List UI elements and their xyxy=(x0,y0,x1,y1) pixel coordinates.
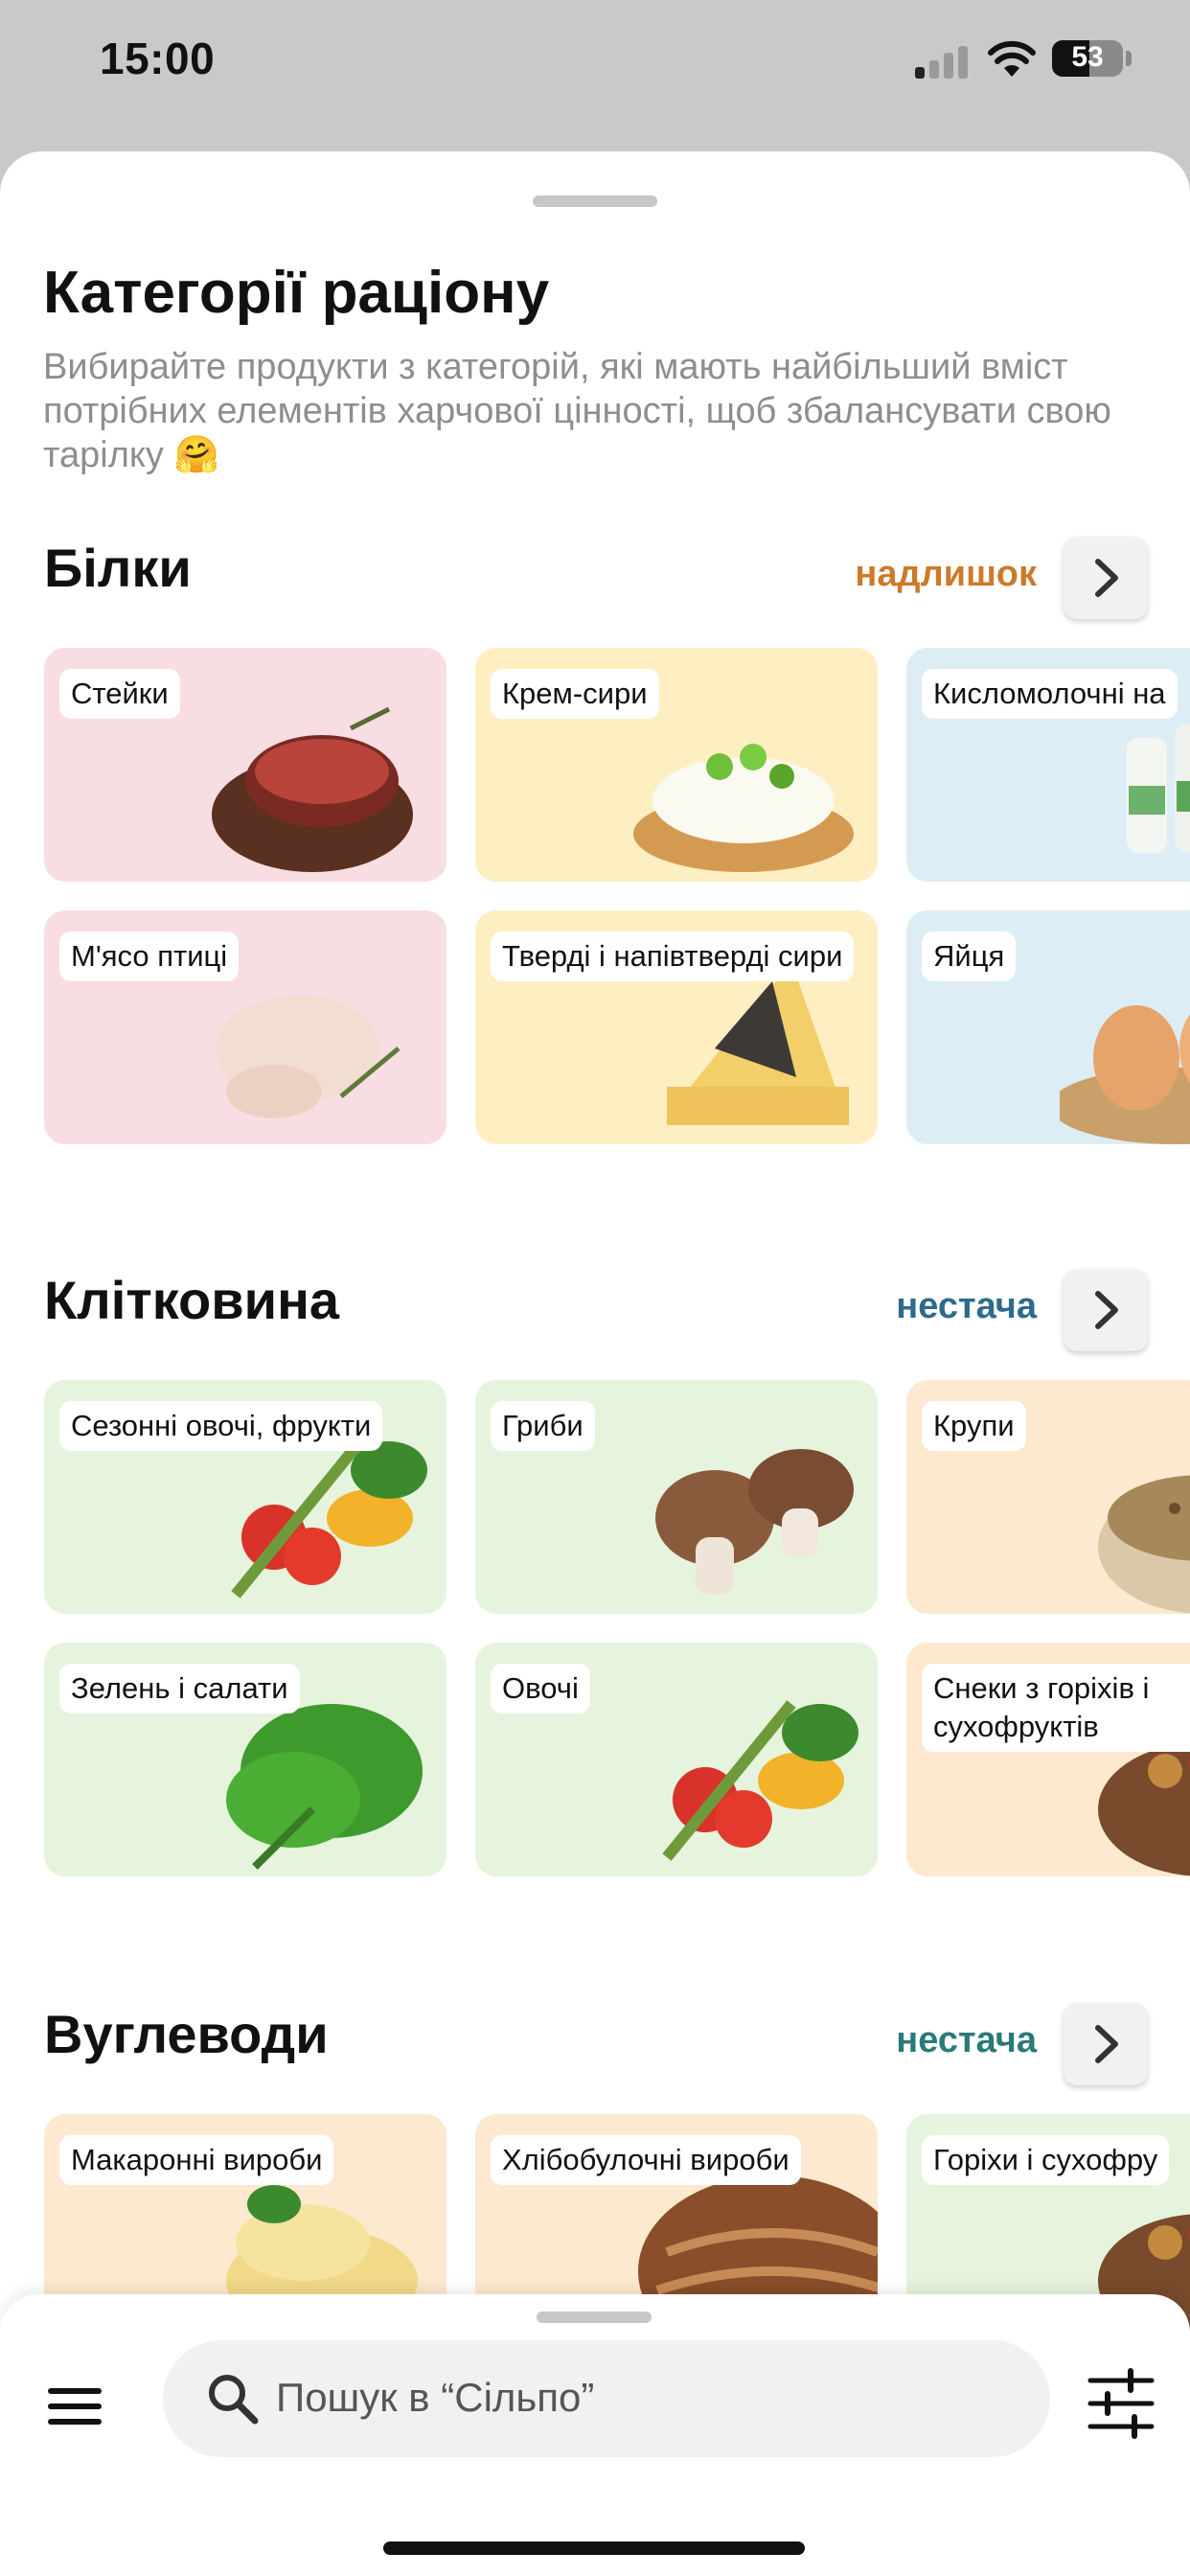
eggs-image xyxy=(1060,1005,1190,1144)
category-card[interactable]: Стейки xyxy=(44,648,446,882)
cellular-signal-icon xyxy=(915,44,971,79)
category-label: Горіхи і сухофру xyxy=(922,2135,1170,2185)
home-indicator xyxy=(383,2542,805,2555)
category-label: Кисломолочні на xyxy=(922,669,1178,719)
section-title: Білки xyxy=(44,538,192,598)
category-card[interactable]: Крем-сири xyxy=(475,648,878,882)
category-label: Хлібобулочні вироби xyxy=(491,2135,801,2185)
chevron-right-icon xyxy=(1095,559,1118,597)
battery-icon: 53 xyxy=(1052,40,1123,77)
category-label: Гриби xyxy=(491,1401,595,1451)
section-status: нестача xyxy=(896,1286,1037,1326)
search-placeholder: Пошук в “Сільпо” xyxy=(276,2375,595,2420)
category-label: Яйця xyxy=(922,932,1017,981)
steak-image xyxy=(212,706,413,872)
page-title: Категорії раціону xyxy=(43,260,550,326)
status-time: 15:00 xyxy=(100,34,216,83)
category-label: М'ясо птиці xyxy=(59,932,240,981)
category-label: Крупи xyxy=(922,1401,1026,1451)
category-label: Стейки xyxy=(59,669,180,719)
search-icon xyxy=(209,2375,259,2425)
category-card[interactable]: Тверді і напівтверді сири xyxy=(475,910,878,1144)
bottom-search-bar: Пошук в “Сільпо” xyxy=(0,2294,1190,2576)
category-label: Овочі xyxy=(491,1664,590,1714)
categories-sheet: Категорії раціону Вибирайте продукти з к… xyxy=(0,151,1190,2576)
filter-icon[interactable] xyxy=(1085,2367,1157,2440)
category-card[interactable]: Овочі xyxy=(475,1643,878,1876)
bottom-sheet-grabber[interactable] xyxy=(537,2312,652,2323)
category-card[interactable]: Крупи xyxy=(906,1380,1190,1614)
category-label: Сезонні овочі, фрукти xyxy=(59,1401,383,1451)
chevron-right-icon xyxy=(1095,1291,1118,1329)
section-status: нестача xyxy=(896,2020,1037,2060)
section-title: Вуглеводи xyxy=(44,2004,329,2064)
sheet-grabber[interactable] xyxy=(533,196,657,207)
mushrooms-image xyxy=(655,1449,854,1595)
vegetables-image xyxy=(662,1700,858,1861)
section-title: Клітковина xyxy=(44,1270,340,1330)
grains-image xyxy=(1098,1475,1190,1614)
status-bar: 15:00 53 xyxy=(0,0,1190,144)
section-1: Білки надлишок Стейки Крем-сири Кисломолочні… xyxy=(0,537,1190,1150)
wifi-icon xyxy=(988,40,1036,77)
battery-tip xyxy=(1126,51,1132,66)
menu-icon[interactable] xyxy=(48,2373,115,2440)
category-card[interactable]: Яйця xyxy=(906,910,1190,1144)
category-card[interactable]: Гриби xyxy=(475,1380,878,1614)
category-label: Зелень і салати xyxy=(59,1664,300,1714)
category-card[interactable]: Сезонні овочі, фрукти xyxy=(44,1380,446,1614)
category-card[interactable]: М'ясо птиці xyxy=(44,910,446,1144)
category-label: Тверді і напівтверді сири xyxy=(491,932,855,981)
search-input[interactable]: Пошук в “Сільпо” xyxy=(163,2340,1050,2457)
chevron-right-icon xyxy=(1095,2025,1118,2063)
category-card[interactable]: Снеки з горіхів і сухофруктів xyxy=(906,1643,1190,1876)
category-label: Макаронні вироби xyxy=(59,2135,334,2185)
section-status: надлишок xyxy=(855,554,1037,594)
section-see-all-button[interactable] xyxy=(1064,537,1148,619)
battery-percent: 53 xyxy=(1071,41,1104,73)
category-label: Снеки з горіхів і сухофруктів xyxy=(922,1664,1190,1752)
cream-cheese-image xyxy=(633,744,854,872)
category-label: Крем-сири xyxy=(491,669,659,719)
category-card[interactable]: Зелень і салати xyxy=(44,1643,446,1876)
section-see-all-button[interactable] xyxy=(1064,1269,1148,1351)
section-2: Клітковина нестача Сезонні овочі, фрукти Гр… xyxy=(0,1269,1190,1882)
category-card[interactable]: Кисломолочні на xyxy=(906,648,1190,882)
section-see-all-button[interactable] xyxy=(1064,2003,1148,2085)
page-subtitle: Вибирайте продукти з категорій, які мают… xyxy=(43,347,1111,475)
